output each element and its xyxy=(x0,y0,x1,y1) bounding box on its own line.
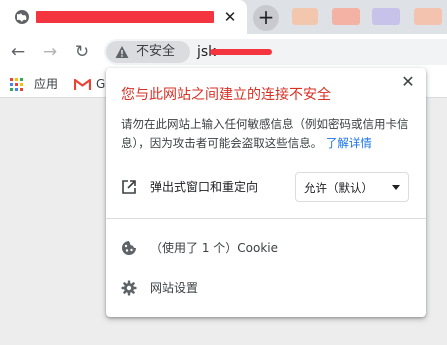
permission-select-value: 允许（默认） xyxy=(304,181,373,195)
active-tab[interactable]: ✕ xyxy=(0,0,247,34)
security-chip[interactable]: 不安全 xyxy=(106,41,190,63)
blurred-tab[interactable] xyxy=(292,8,318,25)
permission-select[interactable]: 允许（默认） xyxy=(295,172,409,202)
bookmark-gmail[interactable]: G xyxy=(96,77,105,92)
open-in-new-icon xyxy=(122,180,136,194)
forward-button[interactable]: → xyxy=(40,42,60,62)
permission-row-popups: 弹出式窗口和重定向 允许（默认） xyxy=(106,172,426,202)
blurred-tab[interactable] xyxy=(414,8,442,25)
popup-description: 请勿在此网站上输入任何敏感信息（例如密码或信用卡信息），因为攻击者可能会盗取这些… xyxy=(121,115,413,153)
warning-icon xyxy=(115,46,129,58)
dropdown-arrow-icon xyxy=(392,185,400,190)
bookmark-apps[interactable]: 应用 xyxy=(34,77,58,92)
blurred-tab[interactable] xyxy=(332,8,360,25)
tab-strip: ✕ + xyxy=(0,0,447,34)
site-settings-label: 网站设置 xyxy=(150,281,199,295)
cookies-label: （使用了 1 个）Cookie xyxy=(150,241,278,255)
close-icon[interactable]: ✕ xyxy=(398,72,418,92)
blurred-tab[interactable] xyxy=(372,8,400,25)
site-settings-row[interactable]: 网站设置 xyxy=(106,275,426,301)
url-redacted xyxy=(210,49,272,55)
new-tab-button[interactable]: + xyxy=(253,5,279,31)
reload-button[interactable]: ↻ xyxy=(72,42,92,62)
apps-grid-icon[interactable] xyxy=(10,78,23,91)
gear-icon xyxy=(121,280,137,296)
divider xyxy=(106,218,426,219)
gmail-icon[interactable] xyxy=(74,78,91,91)
globe-icon xyxy=(15,10,29,24)
cookie-icon xyxy=(122,241,136,255)
tab-title-redacted xyxy=(36,11,214,23)
cookies-row[interactable]: （使用了 1 个）Cookie xyxy=(106,235,426,261)
security-chip-label: 不安全 xyxy=(136,44,176,59)
learn-more-link[interactable]: 了解详情 xyxy=(326,136,372,150)
toolbar: ← → ↻ 不安全 jsk xyxy=(0,34,447,70)
site-info-popup: ✕ 您与此网站之间建立的连接不安全 请勿在此网站上输入任何敏感信息（例如密码或信… xyxy=(106,68,426,317)
tab-close-icon[interactable]: ✕ xyxy=(222,9,238,25)
popup-title: 您与此网站之间建立的连接不安全 xyxy=(121,87,331,103)
back-button[interactable]: ← xyxy=(8,42,28,62)
address-bar[interactable]: 不安全 jsk xyxy=(104,39,447,65)
permission-label: 弹出式窗口和重定向 xyxy=(150,180,259,194)
